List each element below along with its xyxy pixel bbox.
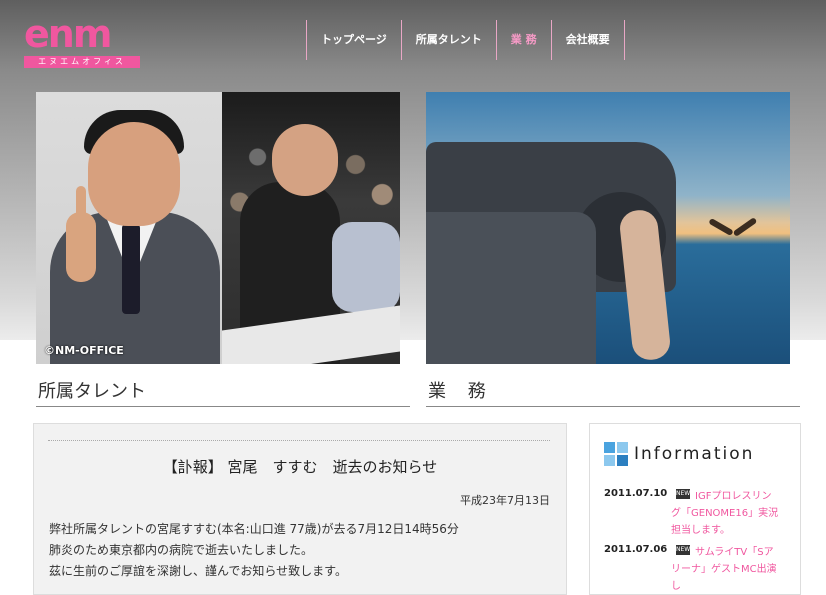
information-link[interactable]: サムライTV「Sアリーナ」ゲストMC出演し [671,544,781,595]
information-link[interactable]: IGFプロレスリング「GENOME16」実況担当します。 [671,488,781,539]
eagle-image [708,216,760,240]
news-notice-box: 【訃報】 宮尾 すすむ 逝去のお知らせ 平成23年7月13日 弊社所属タレントの… [33,423,567,595]
logo-subtitle: エヌエムオフィス [24,56,140,68]
news-title: 【訃報】 宮尾 すすむ 逝去のお知らせ [162,458,438,476]
talent-section-title[interactable]: 所属タレント [36,378,410,407]
business-section-title[interactable]: 業 務 [426,378,800,407]
nav-item-company[interactable]: 会社概要 [550,20,625,60]
information-item: 2011.07.06 NEW サムライTV「Sアリーナ」ゲストMC出演し [604,544,790,592]
news-date: 平成23年7月13日 [460,494,550,507]
commentator-photo [222,92,400,364]
talent-portrait-photo: ©NM-OFFICE [36,92,222,364]
site-logo[interactable]: enm エヌエムオフィス [24,14,142,70]
information-item: 2011.07.10 NEW IGFプロレスリング「GENOME16」実況担当し… [604,488,790,536]
site-header: enm エヌエムオフィス トップページ 所属タレント 業 務 会社概要 [0,0,826,80]
information-title: Information [634,444,755,464]
news-line: 弊社所属タレントの宮尾すすむ(本名:山口進 77歳)が去る7月12日14時56分 [49,522,459,536]
talent-photo-banner[interactable]: ©NM-OFFICE [36,92,400,364]
information-date: 2011.07.10 [604,488,668,499]
information-panel: Information 2011.07.10 NEW IGFプロレスリング「GE… [589,423,801,595]
news-line: 肺炎のため東京都内の病院で逝去いたしました。 [49,543,314,557]
photo-copyright: ©NM-OFFICE [44,344,124,357]
nav-item-top[interactable]: トップページ [306,20,401,60]
nav-item-talent[interactable]: 所属タレント [400,20,496,60]
dotted-divider [48,440,550,441]
main-nav: トップページ 所属タレント 業 務 会社概要 [306,20,625,60]
logo-text: enm [24,12,112,56]
information-date: 2011.07.06 [604,544,668,555]
grid-squares-icon [604,442,628,466]
news-body: 弊社所属タレントの宮尾すすむ(本名:山口進 77歳)が去る7月12日14時56分… [49,519,559,582]
business-photo-banner[interactable] [426,92,790,364]
nav-item-business[interactable]: 業 務 [495,20,551,60]
